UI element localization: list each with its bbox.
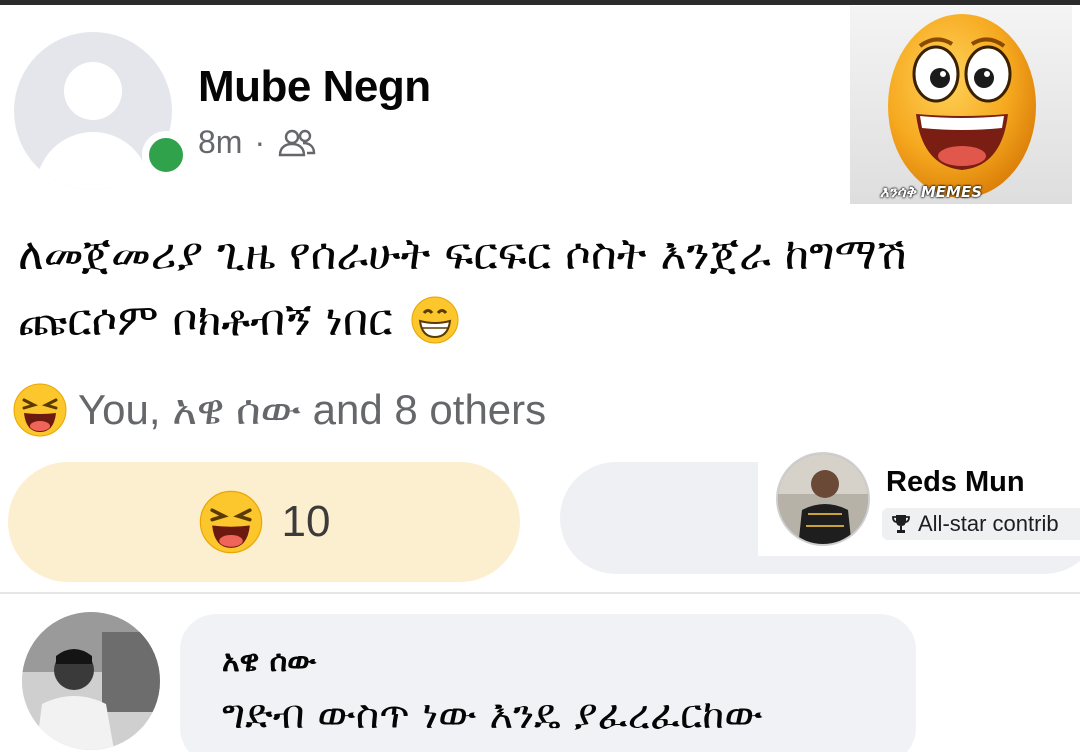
haha-button-icon [199,490,262,554]
allstar-badge-text: All-star contrib [918,511,1059,536]
post-text-line-1: ለመጀመሪያ ጊዜ የሰራሁት ፍርፍር ሶስት እንጀራ ከግማሽ [18,229,907,280]
laughing-egg-icon [888,14,1036,198]
overlay-commenter-name[interactable]: Reds Mun [886,466,1025,499]
post-author-name[interactable]: Mube Negn [198,62,431,112]
overlay-commenter-avatar[interactable] [776,452,870,546]
post-body: ለመጀመሪያ ጊዜ የሰራሁት ፍርፍር ሶስት እንጀራ ከግማሽ ጩርሶም … [18,222,1058,354]
memes-logo-caption: እንሳቅ MEMES [880,183,983,201]
allstar-badge: All-star contrib [882,508,1080,540]
section-divider [0,592,1080,594]
meta-separator: · [254,124,266,160]
post-text-line-2-text: ጩርሶም ቦክቶብኝ ነበር [18,295,393,346]
reaction-count: 10 [281,497,331,546]
haha-reaction-icon [13,383,67,437]
comment-text: ግድብ ውስጥ ነው እንዴ ያፈረፈርከው [222,692,763,738]
comment-author-name[interactable]: አዌ ሰው [222,644,316,679]
grinning-face-icon [411,296,459,344]
top-edge-bar [0,0,1080,5]
reactions-summary[interactable]: You, አዌ ሰው and 8 others [12,382,546,438]
default-avatar-body [36,132,150,190]
haha-reaction-button[interactable]: 10 [8,462,520,582]
online-status-indicator [142,131,190,179]
post-meta: 8m · [198,124,317,161]
person-photo-icon [22,612,160,750]
friends-icon[interactable] [277,127,317,159]
post-time[interactable]: 8m [198,124,242,161]
comment-author-avatar[interactable] [22,612,160,750]
memes-logo [850,6,1072,204]
default-avatar-head [64,62,122,120]
person-photo-icon [778,454,868,544]
post-text-line-2: ጩርሶም ቦክቶብኝ ነበር [18,288,1058,354]
trophy-icon [892,515,910,533]
reactions-summary-text: You, አዌ ሰው and 8 others [78,385,547,433]
